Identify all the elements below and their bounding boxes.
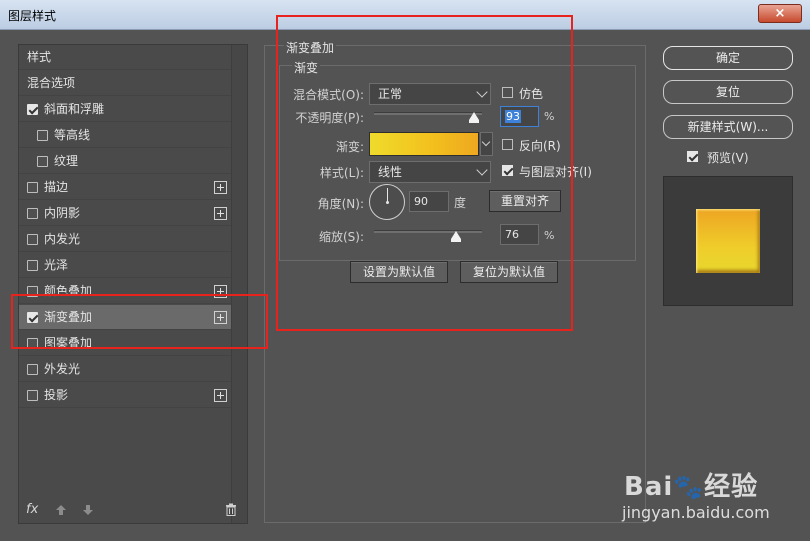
list-item[interactable]: 投影 — [19, 383, 231, 408]
watermark-brand-suffix: 经验 — [704, 472, 759, 502]
close-button[interactable]: × — [758, 4, 802, 23]
add-effect-icon[interactable] — [214, 207, 227, 220]
paw-icon: 🐾 — [673, 473, 705, 501]
list-item-label: 投影 — [44, 388, 69, 402]
styles-header[interactable]: 样式 — [19, 45, 231, 70]
new-style-button[interactable]: 新建样式(W)... — [663, 115, 793, 139]
list-item-checkbox[interactable] — [27, 390, 38, 401]
add-effect-icon[interactable] — [214, 389, 227, 402]
preview-label: 预览(V) — [707, 151, 749, 165]
preview-checkbox[interactable] — [687, 151, 698, 162]
list-item[interactable]: 描边 — [19, 175, 231, 200]
list-item[interactable]: 斜面和浮雕 — [19, 97, 231, 122]
list-item-checkbox[interactable] — [27, 208, 38, 219]
list-item-label: 纹理 — [54, 154, 79, 168]
ok-button[interactable]: 确定 — [663, 46, 793, 70]
watermark-brand: Bai — [624, 472, 674, 502]
list-item-label: 斜面和浮雕 — [44, 102, 105, 116]
list-item[interactable]: 混合选项 — [19, 71, 231, 96]
styles-scrollbar[interactable] — [231, 45, 247, 523]
styles-list: 样式 混合选项 斜面和浮雕 等高线 纹理 描边 内阴影 内发光 光泽 颜色叠加 渐变叠加 图案叠加外… — [18, 44, 248, 524]
window-title: 图层样式 — [8, 9, 57, 23]
list-item-checkbox[interactable] — [27, 260, 38, 271]
watermark-url: jingyan.baidu.com — [622, 503, 770, 522]
list-item-label: 外发光 — [44, 362, 81, 376]
annotation-box-list-item — [11, 294, 268, 349]
list-item-label: 描边 — [44, 180, 69, 194]
list-item-label: 内阴影 — [44, 206, 81, 220]
list-item-label: 混合选项 — [27, 76, 76, 90]
list-item-label: 等高线 — [54, 128, 91, 142]
annotation-box-settings — [276, 15, 573, 331]
arrow-down-icon[interactable] — [82, 504, 94, 516]
fx-button[interactable]: fx — [26, 502, 38, 517]
trash-icon[interactable] — [225, 503, 237, 516]
arrow-up-icon[interactable] — [55, 504, 67, 516]
list-item[interactable]: 纹理 — [19, 149, 231, 174]
style-preview — [663, 176, 793, 306]
list-item[interactable]: 光泽 — [19, 253, 231, 278]
list-item-checkbox[interactable] — [37, 130, 48, 141]
list-item[interactable]: 等高线 — [19, 123, 231, 148]
list-item-checkbox[interactable] — [27, 104, 38, 115]
list-item-checkbox[interactable] — [27, 234, 38, 245]
list-item-checkbox[interactable] — [37, 156, 48, 167]
list-item-label: 内发光 — [44, 232, 81, 246]
list-item[interactable]: 内阴影 — [19, 201, 231, 226]
list-item[interactable]: 外发光 — [19, 357, 231, 382]
list-item-checkbox[interactable] — [27, 364, 38, 375]
list-item-label: 光泽 — [44, 258, 69, 272]
list-item-checkbox[interactable] — [27, 182, 38, 193]
add-effect-icon[interactable] — [214, 181, 227, 194]
styles-header-label: 样式 — [27, 50, 52, 64]
list-item[interactable]: 内发光 — [19, 227, 231, 252]
preview-swatch — [696, 209, 760, 273]
baidu-watermark: Bai🐾经验 — [624, 466, 758, 503]
reset-button[interactable]: 复位 — [663, 80, 793, 104]
